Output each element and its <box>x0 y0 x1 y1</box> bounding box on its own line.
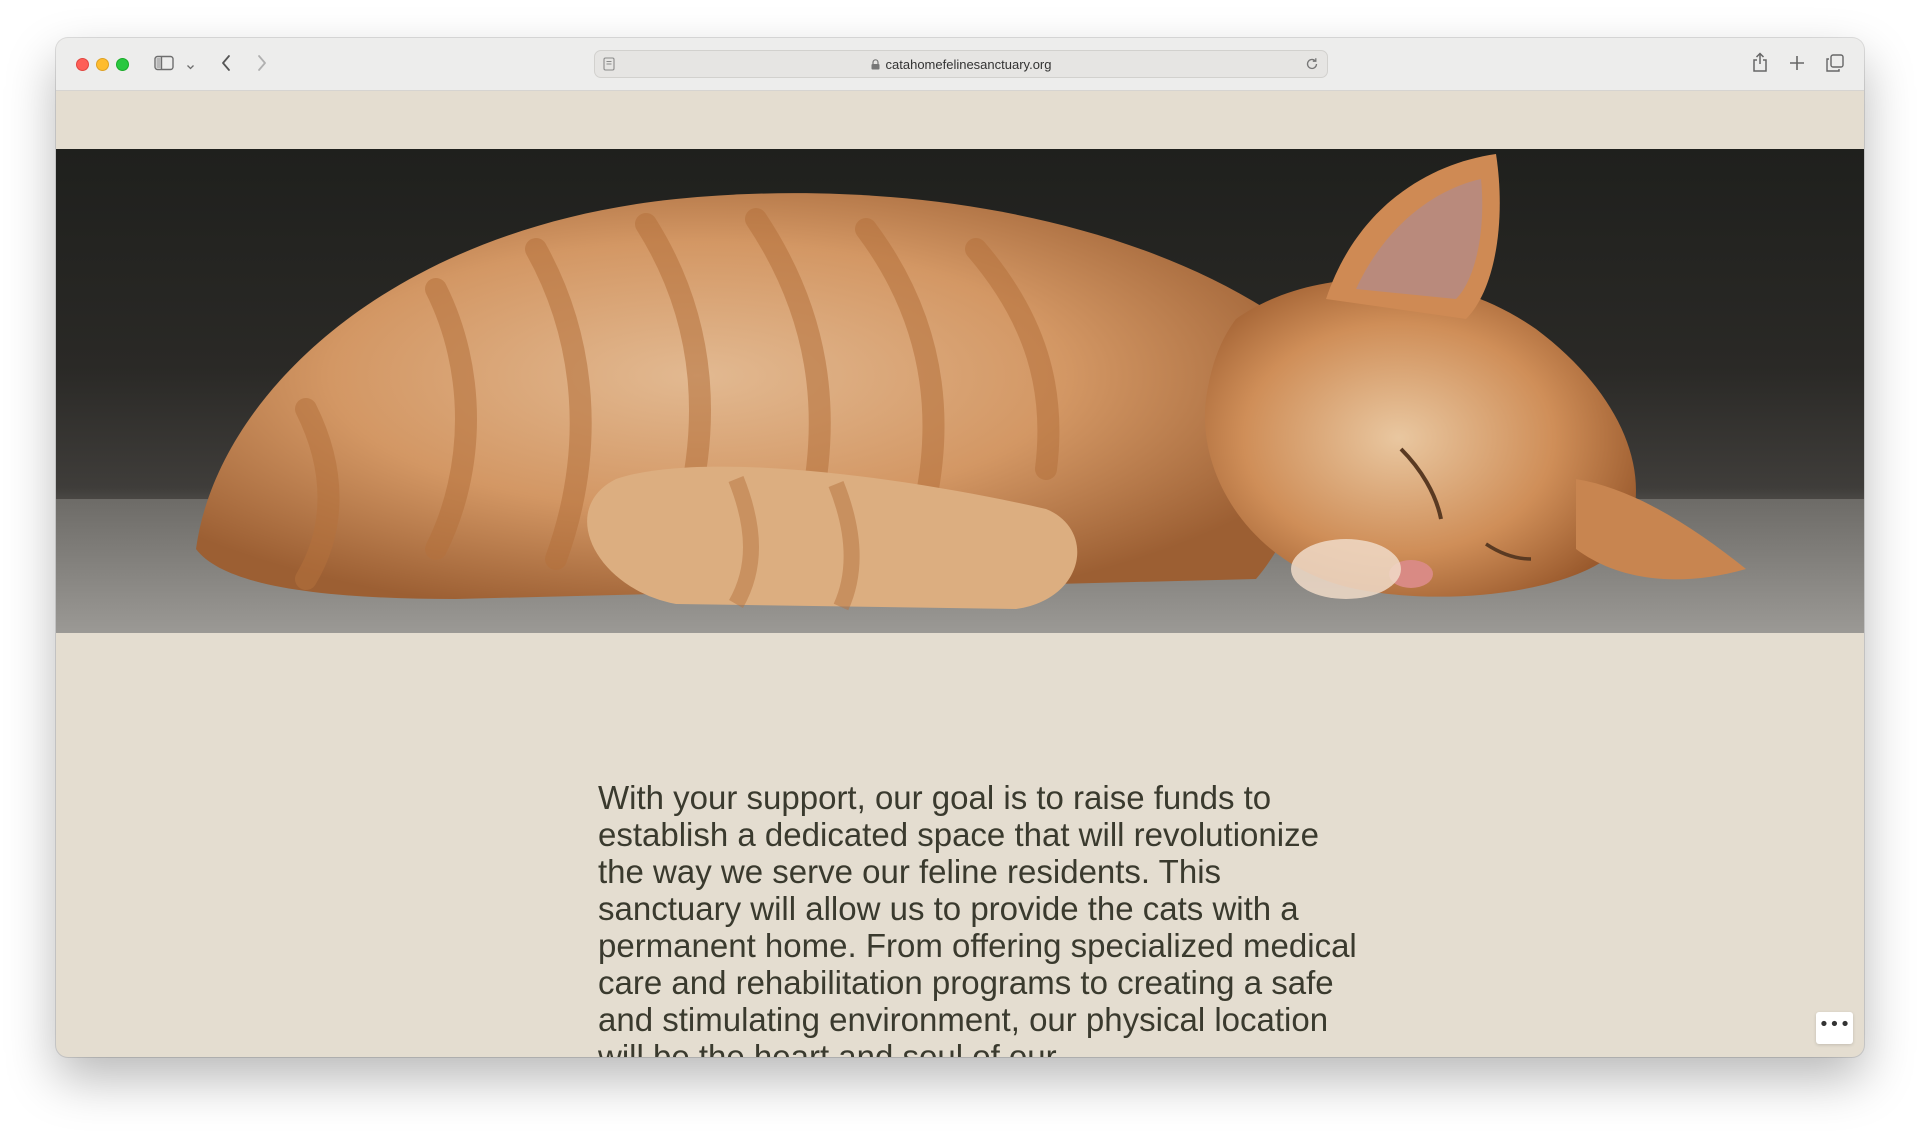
hero-kitten-image <box>56 149 1864 633</box>
browser-window: catahomefelinesanctuary.org With your su… <box>56 38 1864 1057</box>
share-icon[interactable] <box>1752 51 1768 76</box>
chevron-down-icon[interactable] <box>186 58 195 74</box>
close-window-button[interactable] <box>76 58 89 71</box>
reload-icon[interactable] <box>1305 57 1319 74</box>
more-options-button[interactable]: ••• <box>1816 1012 1853 1044</box>
tabs-overview-icon[interactable] <box>1826 54 1844 75</box>
url-label: catahomefelinesanctuary.org <box>885 57 1052 72</box>
lock-icon <box>871 58 880 73</box>
browser-toolbar: catahomefelinesanctuary.org <box>56 38 1864 91</box>
address-bar[interactable]: catahomefelinesanctuary.org <box>594 50 1328 78</box>
minimize-window-button[interactable] <box>96 58 109 71</box>
forward-arrow-icon[interactable] <box>256 54 268 75</box>
sidebar-icon[interactable] <box>154 55 174 74</box>
mission-paragraph: With your support, our goal is to raise … <box>598 779 1357 1057</box>
back-arrow-icon[interactable] <box>220 54 232 75</box>
zoom-window-button[interactable] <box>116 58 129 71</box>
plus-icon[interactable] <box>1789 55 1805 74</box>
url-text: catahomefelinesanctuary.org <box>595 57 1327 73</box>
